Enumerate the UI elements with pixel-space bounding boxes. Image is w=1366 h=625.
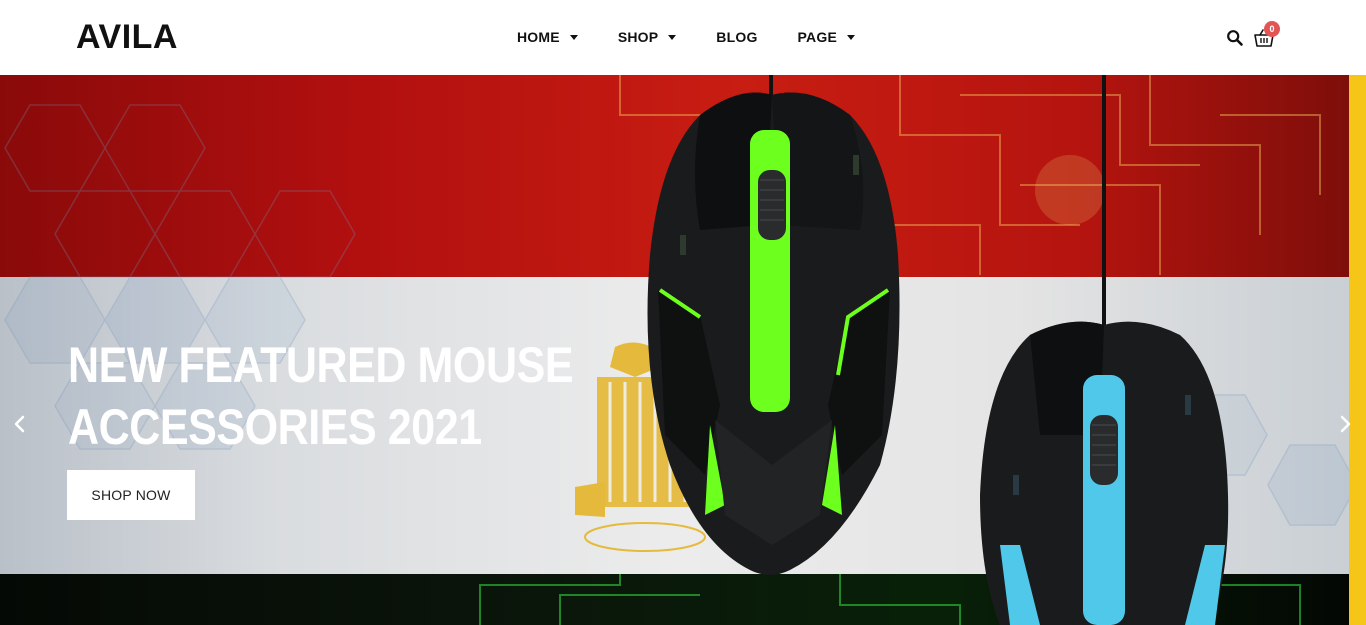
chevron-left-icon[interactable] (12, 415, 28, 433)
nav-item-home[interactable]: HOME (517, 29, 578, 45)
nav-item-shop-label: SHOP (617, 29, 659, 45)
nav-item-blog[interactable]: BLOG (716, 29, 757, 45)
hero-title-line2: ACCESSORIES 2021 (68, 399, 482, 455)
cart-count-badge: 0 (1264, 21, 1280, 37)
caret-down-icon (569, 34, 578, 40)
shop-now-button[interactable]: SHOP NOW (67, 470, 195, 520)
nav-item-page-label: PAGE (797, 29, 837, 45)
site-header: AVILA HOME SHOP BLOG PAGE 0 (0, 0, 1366, 75)
scrollbar-track[interactable] (1349, 75, 1366, 625)
nav-item-home-label: HOME (517, 29, 560, 45)
site-logo[interactable]: AVILA (76, 17, 178, 57)
search-icon[interactable] (1226, 29, 1244, 47)
hero-title-line1: NEW FEATURED MOUSE (68, 337, 574, 393)
caret-down-icon (668, 34, 677, 40)
nav-item-shop[interactable]: SHOP (617, 29, 677, 45)
main-nav: HOME SHOP BLOG PAGE (517, 27, 855, 47)
caret-down-icon (846, 34, 855, 40)
glow-circle (1035, 155, 1105, 225)
chevron-right-icon[interactable] (1337, 415, 1353, 433)
nav-item-page[interactable]: PAGE (798, 29, 855, 45)
hero-title: NEW FEATURED MOUSE ACCESSORIES 2021 (68, 334, 574, 458)
blue-gaming-mouse (980, 321, 1229, 625)
nav-item-blog-label: BLOG (716, 29, 758, 45)
